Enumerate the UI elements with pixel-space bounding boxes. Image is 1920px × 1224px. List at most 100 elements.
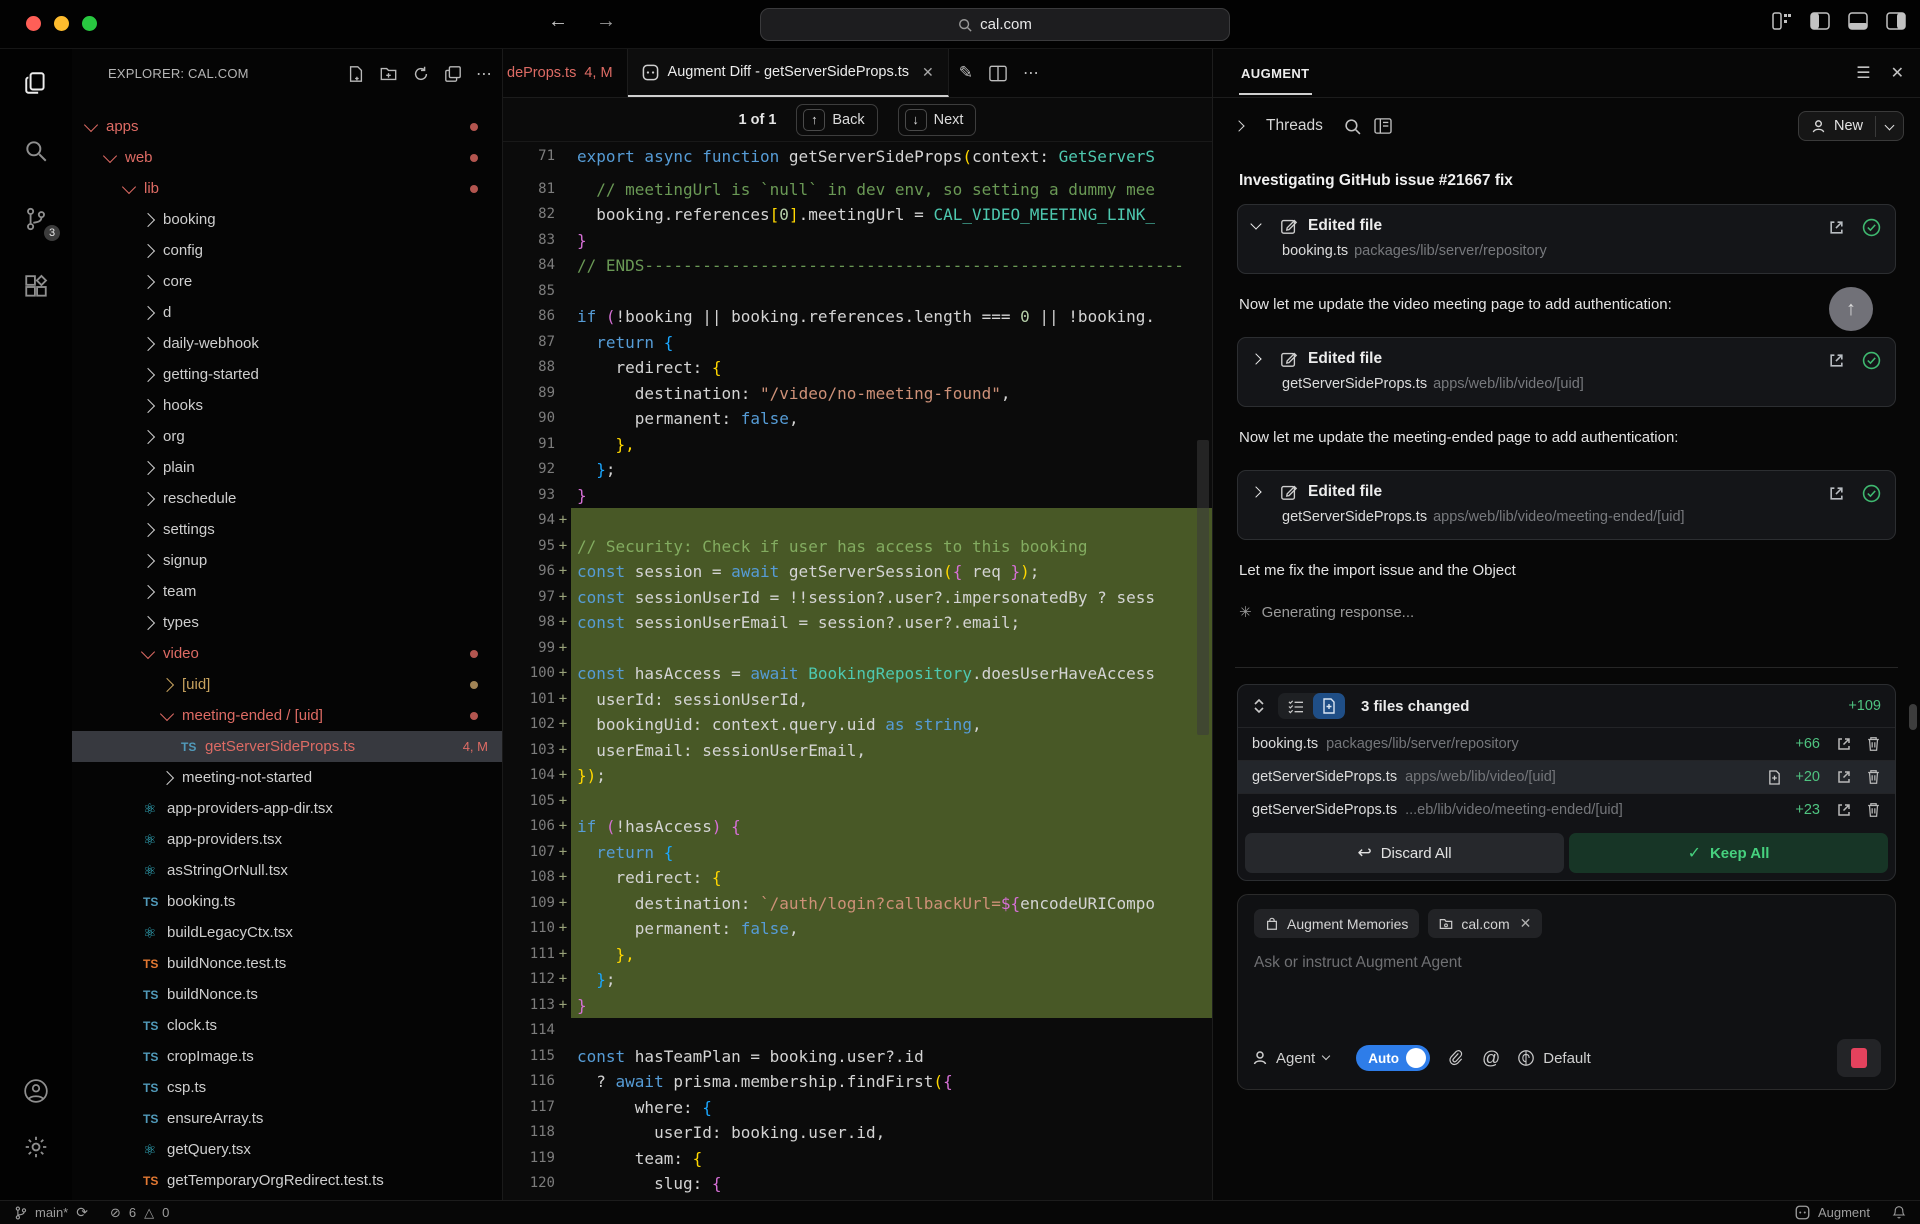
sync-icon[interactable]: ⟳ bbox=[76, 1204, 88, 1221]
open-diff-icon[interactable] bbox=[1768, 770, 1781, 785]
chevron-right-icon[interactable] bbox=[1250, 353, 1261, 364]
agent-input-placeholder[interactable]: Ask or instruct Augment Agent bbox=[1254, 954, 1879, 972]
close-window-button[interactable] bbox=[26, 16, 41, 31]
trash-icon[interactable] bbox=[1866, 736, 1881, 752]
tree-item-hooks[interactable]: hooks bbox=[72, 390, 502, 421]
toggle-left-panel-icon[interactable] bbox=[1810, 12, 1830, 30]
changed-file-row[interactable]: getServerSideProps.tsapps/web/lib/video/… bbox=[1238, 760, 1895, 793]
back-arrow-icon[interactable]: ← bbox=[548, 10, 568, 33]
agent-input-card[interactable]: Augment Memories cal.com✕ Ask or instruct… bbox=[1237, 894, 1896, 1090]
attach-paperclip-icon[interactable] bbox=[1447, 1049, 1465, 1068]
tree-item-clock-ts[interactable]: TSclock.ts bbox=[72, 1010, 502, 1041]
discard-all-button[interactable]: ↩ Discard All bbox=[1245, 833, 1564, 873]
tree-item-buildnonce-ts[interactable]: TSbuildNonce.ts bbox=[72, 979, 502, 1010]
tree-item-buildnonce-test-ts[interactable]: TSbuildNonce.test.ts bbox=[72, 948, 502, 979]
tree-item-signup[interactable]: signup bbox=[72, 545, 502, 576]
tree-item-booking-ts[interactable]: TSbooking.ts bbox=[72, 886, 502, 917]
account-icon[interactable] bbox=[16, 1071, 56, 1111]
new-dropdown-chevron-icon[interactable] bbox=[1875, 116, 1903, 137]
tree-item-org[interactable]: org bbox=[72, 421, 502, 452]
threads-toggle[interactable]: Threads bbox=[1235, 117, 1392, 135]
split-editor-icon[interactable] bbox=[989, 65, 1007, 82]
open-file-icon[interactable] bbox=[1836, 736, 1852, 752]
auto-toggle[interactable]: Auto bbox=[1356, 1045, 1430, 1071]
tree-item-team[interactable]: team bbox=[72, 576, 502, 607]
problems-item[interactable]: ⊘ 6 △ 0 bbox=[110, 1205, 169, 1221]
collapse-folders-icon[interactable] bbox=[444, 65, 462, 83]
tab-augment-diff[interactable]: Augment Diff - getServerSideProps.ts ✕ bbox=[628, 49, 949, 97]
scroll-up-button[interactable]: ↑ bbox=[1829, 287, 1873, 331]
new-thread-button[interactable]: New bbox=[1798, 111, 1904, 141]
tree-item-types[interactable]: types bbox=[72, 607, 502, 638]
collapse-panel-icon[interactable] bbox=[1252, 698, 1266, 714]
tree-item-meeting-ended-uid-[interactable]: meeting-ended / [uid] bbox=[72, 700, 502, 731]
thread-search-icon[interactable] bbox=[1344, 118, 1361, 135]
tree-item-lib[interactable]: lib bbox=[72, 173, 502, 204]
edited-file-card[interactable]: Edited filegetServerSideProps.tsapps/web… bbox=[1237, 337, 1896, 407]
close-tab-icon[interactable]: ✕ bbox=[922, 64, 934, 81]
diff-back-button[interactable]: ↑ Back bbox=[796, 104, 877, 136]
tree-item-ensurearray-ts[interactable]: TSensureArray.ts bbox=[72, 1103, 502, 1134]
diff-next-button[interactable]: ↓ Next bbox=[898, 104, 977, 136]
tree-item-d[interactable]: d bbox=[72, 297, 502, 328]
bell-icon[interactable] bbox=[1892, 1205, 1906, 1220]
stop-button[interactable] bbox=[1837, 1039, 1881, 1077]
source-control-icon[interactable]: 3 bbox=[16, 199, 56, 239]
search-sidebar-icon[interactable] bbox=[16, 131, 56, 171]
editor-scrollbar[interactable] bbox=[1197, 440, 1209, 735]
changed-file-row[interactable]: booking.tspackages/lib/server/repository… bbox=[1238, 727, 1895, 760]
model-select[interactable]: Default bbox=[1517, 1049, 1591, 1067]
remove-chip-icon[interactable]: ✕ bbox=[1520, 915, 1532, 932]
tree-item-daily-webhook[interactable]: daily-webhook bbox=[72, 328, 502, 359]
tree-item-plain[interactable]: plain bbox=[72, 452, 502, 483]
edited-file-card[interactable]: Edited filebooking.tspackages/lib/server… bbox=[1237, 204, 1896, 274]
tree-item-app-providers-app-dir-tsx[interactable]: ⚛app-providers-app-dir.tsx bbox=[72, 793, 502, 824]
context-chip-cal-com[interactable]: cal.com✕ bbox=[1428, 909, 1542, 938]
trash-icon[interactable] bbox=[1866, 802, 1881, 818]
open-file-icon[interactable] bbox=[1836, 802, 1852, 818]
git-branch-item[interactable]: main* ⟳ bbox=[14, 1204, 88, 1221]
tree-item-getting-started[interactable]: getting-started bbox=[72, 359, 502, 390]
context-chip-augment-memories[interactable]: Augment Memories bbox=[1254, 909, 1419, 938]
tree-item--uid-[interactable]: [uid] bbox=[72, 669, 502, 700]
open-file-icon[interactable] bbox=[1836, 769, 1852, 785]
toggle-right-panel-icon[interactable] bbox=[1886, 12, 1906, 30]
tree-item-web[interactable]: web bbox=[72, 142, 502, 173]
augment-status-item[interactable]: Augment bbox=[1795, 1205, 1870, 1220]
tree-item-meeting-not-started[interactable]: meeting-not-started bbox=[72, 762, 502, 793]
refresh-icon[interactable] bbox=[412, 65, 430, 83]
toggle-bottom-panel-icon[interactable] bbox=[1848, 12, 1868, 30]
keep-all-button[interactable]: ✓ Keep All bbox=[1569, 833, 1888, 873]
explorer-icon[interactable] bbox=[16, 63, 56, 103]
thread-board-icon[interactable] bbox=[1374, 118, 1392, 134]
minimize-window-button[interactable] bbox=[54, 16, 69, 31]
tree-item-core[interactable]: core bbox=[72, 266, 502, 297]
agent-mode-select[interactable]: Agent bbox=[1252, 1050, 1339, 1067]
tree-item-csp-ts[interactable]: TScsp.ts bbox=[72, 1072, 502, 1103]
editor-more-icon[interactable]: ⋯ bbox=[1023, 63, 1039, 83]
edit-file-icon[interactable]: ✎ bbox=[959, 63, 973, 83]
tree-item-buildlegacyctx-tsx[interactable]: ⚛buildLegacyCtx.tsx bbox=[72, 917, 502, 948]
new-file-icon[interactable] bbox=[347, 65, 365, 83]
tree-item-apps[interactable]: apps bbox=[72, 111, 502, 142]
panel-close-icon[interactable]: ✕ bbox=[1891, 63, 1904, 83]
mention-at-icon[interactable]: @ bbox=[1482, 1048, 1500, 1069]
panel-scrollbar[interactable] bbox=[1909, 704, 1917, 730]
trash-icon[interactable] bbox=[1866, 769, 1881, 785]
new-folder-icon[interactable] bbox=[379, 65, 398, 83]
code-view[interactable]: 71export async function getServerSidePro… bbox=[503, 144, 1212, 1200]
tab-getserversideprops[interactable]: deProps.ts 4, M bbox=[503, 49, 628, 97]
tree-item-video[interactable]: video bbox=[72, 638, 502, 669]
url-bar[interactable]: cal.com bbox=[760, 8, 1230, 41]
chevron-right-icon[interactable] bbox=[1250, 486, 1261, 497]
tree-item-settings[interactable]: settings bbox=[72, 514, 502, 545]
tree-item-booking[interactable]: booking bbox=[72, 204, 502, 235]
panel-menu-icon[interactable]: ☰ bbox=[1856, 63, 1870, 83]
chevron-down-icon[interactable] bbox=[1250, 218, 1261, 229]
tree-item-app-providers-tsx[interactable]: ⚛app-providers.tsx bbox=[72, 824, 502, 855]
tree-item-reschedule[interactable]: reschedule bbox=[72, 483, 502, 514]
zoom-window-button[interactable] bbox=[82, 16, 97, 31]
tree-item-config[interactable]: config bbox=[72, 235, 502, 266]
open-file-icon[interactable] bbox=[1828, 352, 1845, 369]
explorer-more-icon[interactable]: ⋯ bbox=[476, 64, 492, 84]
